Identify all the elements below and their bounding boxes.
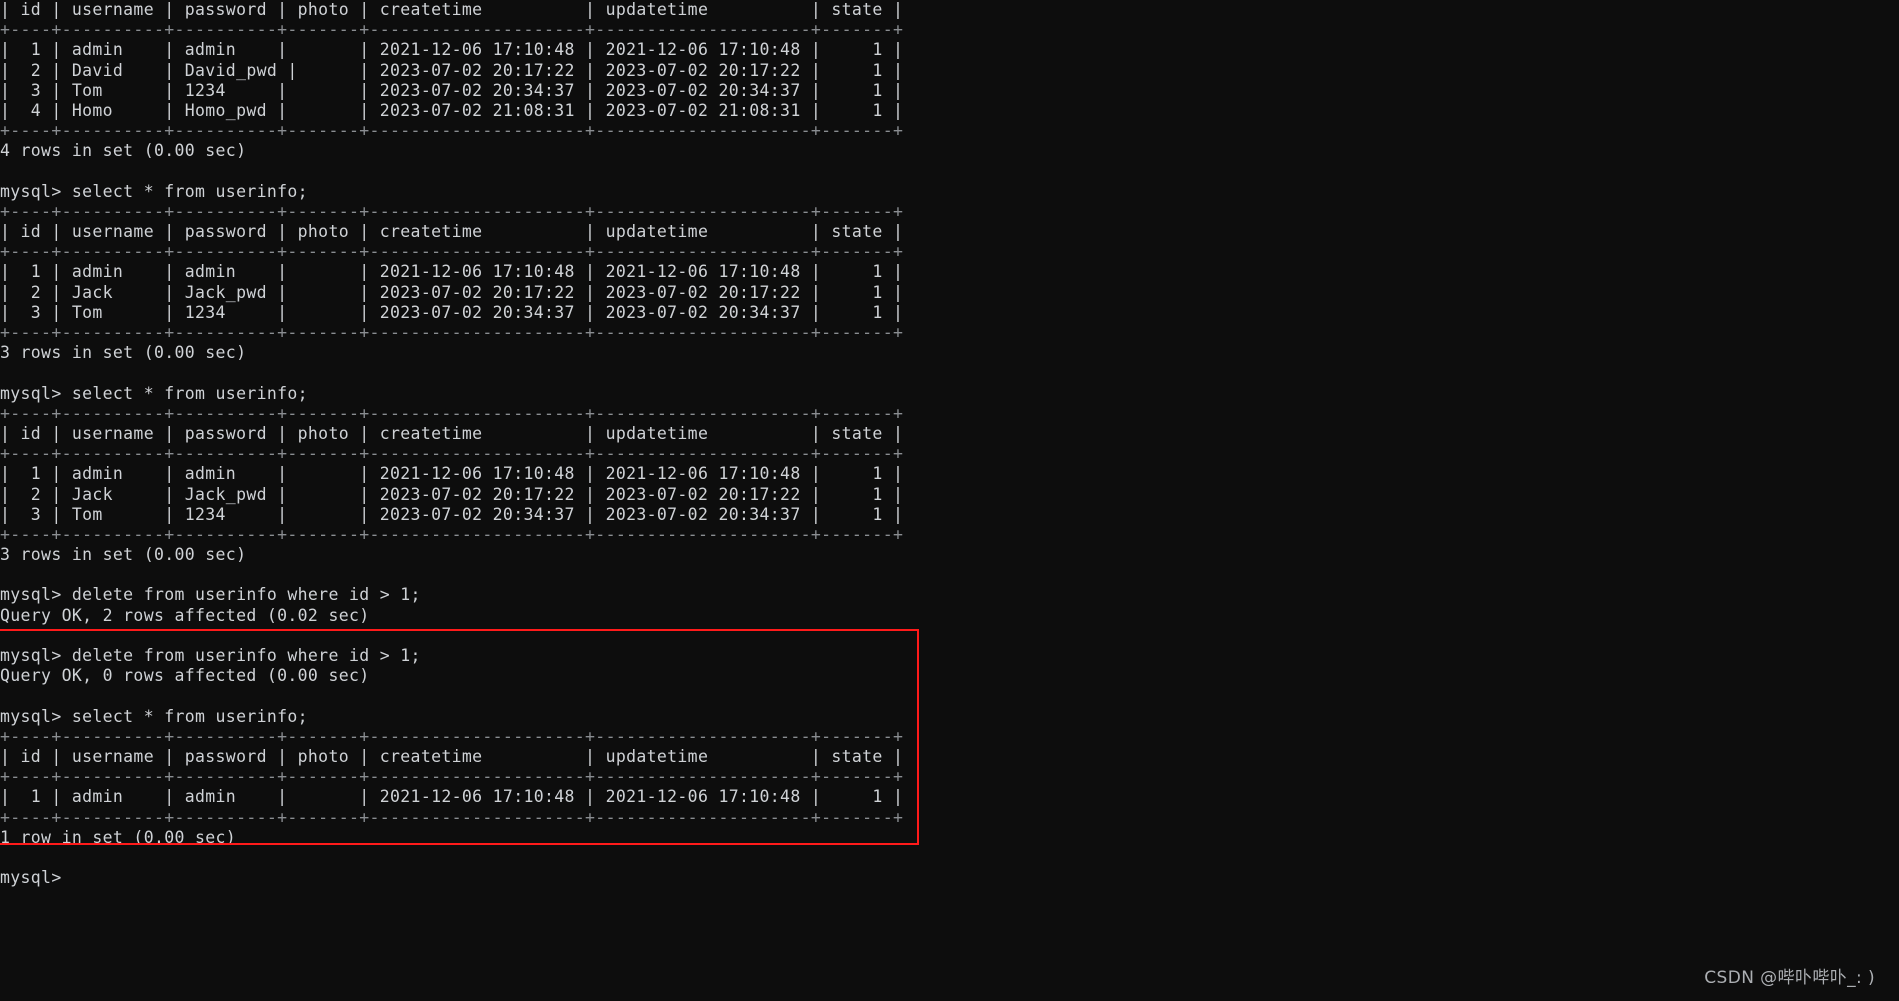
console-line: 3 rows in set (0.00 sec) <box>0 545 247 565</box>
console-line: | 1 | admin | admin | | 2021-12-06 17:10… <box>0 40 904 60</box>
console-line: 1 row in set (0.00 sec) <box>0 827 237 847</box>
console-line: | 1 | admin | admin | | 2021-12-06 17:10… <box>0 262 904 282</box>
console-line: +----+----------+----------+-------+----… <box>0 121 904 141</box>
console-line: | 2 | Jack | Jack_pwd | | 2023-07-02 20:… <box>0 282 904 302</box>
console-line: | id | username | password | photo | cre… <box>0 423 904 443</box>
console-output: | id | username | password | photo | cre… <box>0 0 903 888</box>
csdn-watermark: CSDN @哔卟哔卟_: ) <box>1704 967 1875 988</box>
console-line: mysql> select * from userinfo; <box>0 383 308 403</box>
console-line: mysql> delete from userinfo where id > 1… <box>0 646 421 665</box>
console-line: +----+----------+----------+-------+----… <box>0 444 904 464</box>
console-line: | 2 | David | David_pwd | | 2023-07-02 2… <box>0 60 904 80</box>
console-line: | id | username | password | photo | cre… <box>0 746 904 766</box>
console-line: mysql> select * from userinfo; <box>0 181 308 201</box>
console-line: | 2 | Jack | Jack_pwd | | 2023-07-02 20:… <box>0 484 904 504</box>
console-line: | 3 | Tom | 1234 | | 2023-07-02 20:34:37… <box>0 80 904 100</box>
console-line: mysql> select * from userinfo; <box>0 706 308 726</box>
console-line: +----+----------+----------+-------+----… <box>0 767 904 787</box>
console-line: +----+----------+----------+-------+----… <box>0 807 904 827</box>
console-line: | 3 | Tom | 1234 | | 2023-07-02 20:34:37… <box>0 504 904 524</box>
console-line: +----+----------+----------+-------+----… <box>0 403 904 423</box>
console-line: mysql> <box>0 868 62 888</box>
console-line: | id | username | password | photo | cre… <box>0 222 904 242</box>
console-line: +----+----------+----------+-------+----… <box>0 323 904 342</box>
console-line: | 1 | admin | admin | | 2021-12-06 17:10… <box>0 464 904 484</box>
console-line: +----+----------+----------+-------+----… <box>0 201 904 221</box>
console-line: | 4 | Homo | Homo_pwd | | 2023-07-02 21:… <box>0 100 904 120</box>
console-line: mysql> delete from userinfo where id > 1… <box>0 585 421 605</box>
console-line: 3 rows in set (0.00 sec) <box>0 343 247 363</box>
console-line: +----+----------+----------+-------+----… <box>0 242 904 262</box>
console-line: 4 rows in set (0.00 sec) <box>0 141 247 161</box>
console-line: +----+----------+----------+-------+----… <box>0 20 904 40</box>
console-line: Query OK, 2 rows affected (0.02 sec) <box>0 605 370 625</box>
console-line: +----+----------+----------+-------+----… <box>0 726 904 746</box>
console-line: Query OK, 0 rows affected (0.00 sec) <box>0 666 370 686</box>
console-line: +----+----------+----------+-------+----… <box>0 524 904 544</box>
mysql-terminal-window[interactable]: | id | username | password | photo | cre… <box>0 0 1899 1001</box>
console-line: | 3 | Tom | 1234 | | 2023-07-02 20:34:37… <box>0 302 904 322</box>
console-line: | 1 | admin | admin | | 2021-12-06 17:10… <box>0 787 904 807</box>
console-line: | id | username | password | photo | cre… <box>0 0 904 19</box>
